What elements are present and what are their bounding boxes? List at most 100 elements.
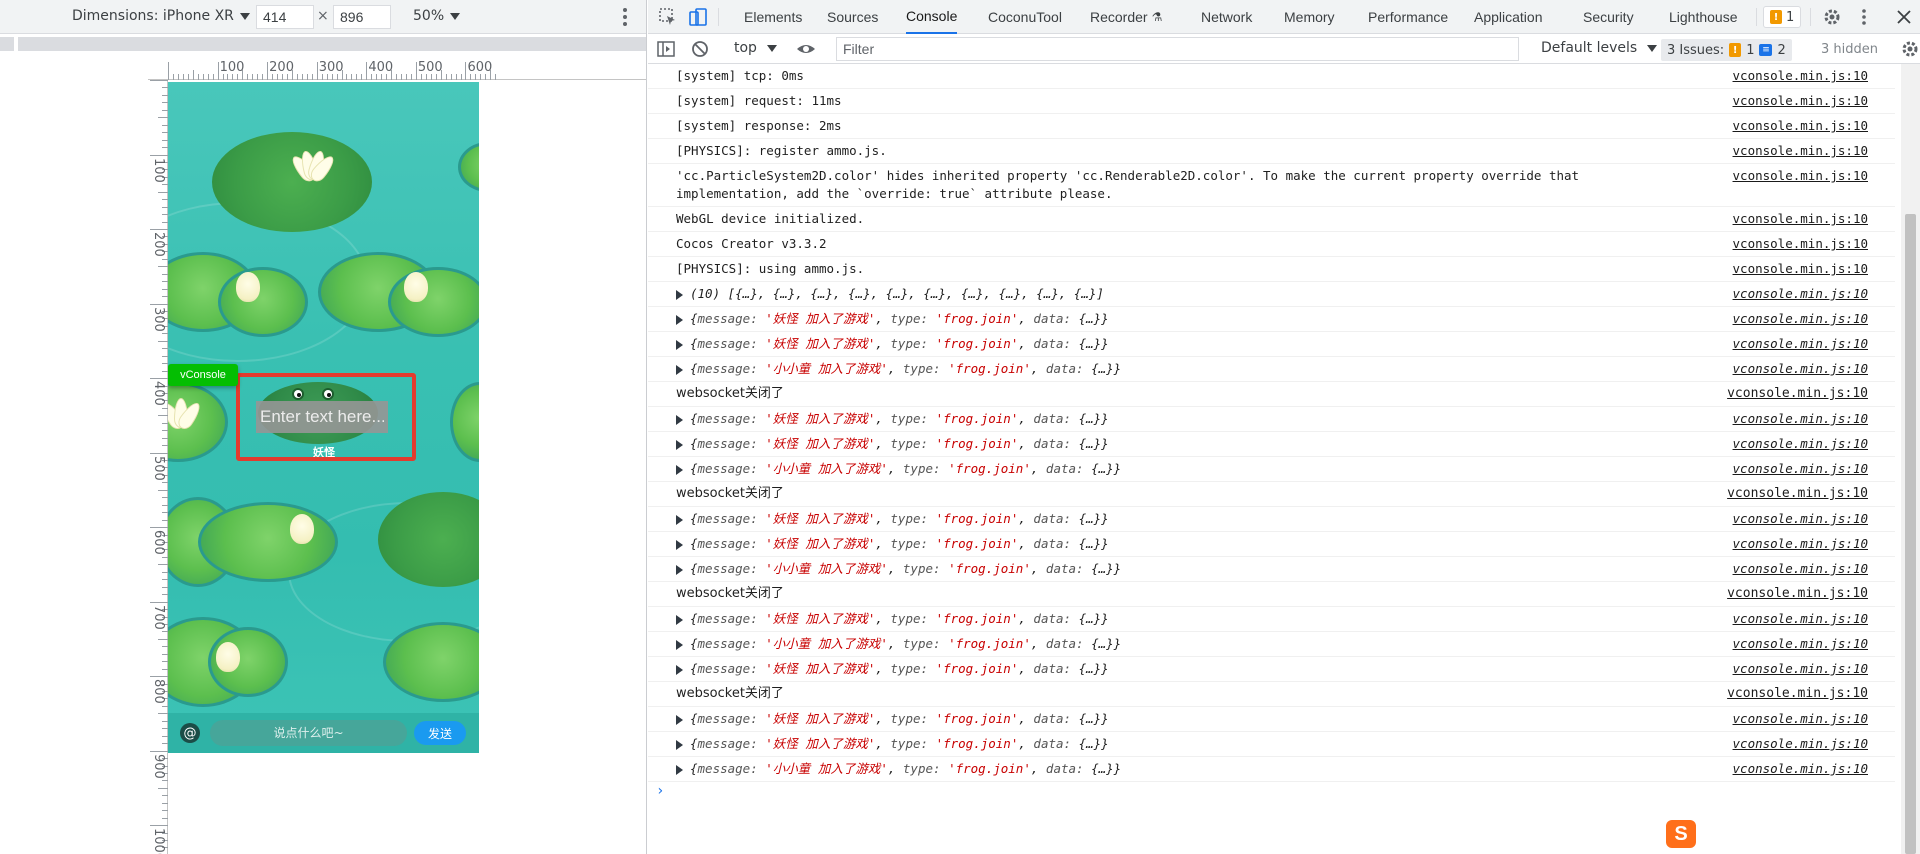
device-select[interactable]: Dimensions: iPhone XR <box>72 8 250 24</box>
zoom-select[interactable]: 50% <box>413 8 461 24</box>
source-link[interactable]: vconsole.min.js:10 <box>1733 735 1868 753</box>
console-object-row[interactable]: {message: '妖怪 加入了游戏', type: 'frog.join',… <box>648 407 1895 432</box>
source-link[interactable]: vconsole.min.js:10 <box>1733 435 1868 453</box>
expand-triangle-icon[interactable] <box>676 540 683 550</box>
console-object-row[interactable]: {message: '妖怪 加入了游戏', type: 'frog.join',… <box>648 607 1895 632</box>
console-settings-gear-icon[interactable] <box>1900 39 1920 59</box>
width-input[interactable] <box>256 5 314 29</box>
close-icon[interactable] <box>1894 7 1914 27</box>
source-link[interactable]: vconsole.min.js:10 <box>1733 410 1868 428</box>
log-levels-select[interactable]: Default levels <box>1541 40 1658 56</box>
mention-button[interactable]: @ <box>180 723 200 743</box>
console-filter-input[interactable] <box>836 37 1519 61</box>
source-link[interactable]: vconsole.min.js:10 <box>1733 535 1868 553</box>
inspect-element-icon[interactable] <box>658 7 678 27</box>
source-link[interactable]: vconsole.min.js:10 <box>1733 92 1868 110</box>
console-object-row[interactable]: {message: '妖怪 加入了游戏', type: 'frog.join',… <box>648 307 1895 332</box>
source-link[interactable]: vconsole.min.js:10 <box>1733 142 1868 160</box>
console-log-row[interactable]: Cocos Creator v3.3.2 vconsole.min.js:10 <box>648 232 1895 257</box>
source-link[interactable]: vconsole.min.js:10 <box>1733 210 1868 228</box>
console-object-row[interactable]: {message: '妖怪 加入了游戏', type: 'frog.join',… <box>648 657 1895 682</box>
expand-triangle-icon[interactable] <box>676 565 683 575</box>
console-log-row[interactable]: [PHYSICS]: register ammo.js. vconsole.min… <box>648 139 1895 164</box>
expand-triangle-icon[interactable] <box>676 640 683 650</box>
console-prompt-row[interactable]: › <box>648 782 1895 806</box>
tab-recorder[interactable]: Recorder ⚗ <box>1090 0 1162 34</box>
emulated-screen[interactable]: 妖怪 vConsole @ 发送 <box>168 82 479 753</box>
tab-elements[interactable]: Elements <box>744 0 802 34</box>
height-input[interactable] <box>333 5 391 29</box>
console-object-row[interactable]: {message: '小小童 加入了游戏', type: 'frog.join'… <box>648 557 1895 582</box>
expand-triangle-icon[interactable] <box>676 365 683 375</box>
console-log-row[interactable]: [system] tcp: 0ms vconsole.min.js:10 <box>648 64 1895 89</box>
source-link[interactable]: vconsole.min.js:10 <box>1733 310 1868 328</box>
console-object-row[interactable]: {message: '小小童 加入了游戏', type: 'frog.join'… <box>648 632 1895 657</box>
vconsole-button[interactable]: vConsole <box>168 364 238 386</box>
tab-lighthouse[interactable]: Lighthouse <box>1669 0 1738 34</box>
console-log-row[interactable]: [system] request: 11ms vconsole.min.js:10 <box>648 89 1895 114</box>
tab-console[interactable]: Console <box>906 0 958 34</box>
source-link[interactable]: vconsole.min.js:10 <box>1733 260 1868 278</box>
source-link[interactable]: vconsole.min.js:10 <box>1733 510 1868 528</box>
source-link[interactable]: vconsole.min.js:10 <box>1733 67 1868 85</box>
source-link[interactable]: vconsole.min.js:10 <box>1733 167 1868 185</box>
console-log-row[interactable]: [system] response: 2ms vconsole.min.js:10 <box>648 114 1895 139</box>
expand-triangle-icon[interactable] <box>676 290 683 300</box>
settings-gear-icon[interactable] <box>1822 7 1842 27</box>
console-object-row[interactable]: {message: '妖怪 加入了游戏', type: 'frog.join',… <box>648 532 1895 557</box>
console-object-row[interactable]: {message: '小小童 加入了游戏', type: 'frog.join'… <box>648 757 1895 782</box>
source-link[interactable]: vconsole.min.js:10 <box>1733 660 1868 678</box>
live-expression-eye-icon[interactable] <box>796 39 816 59</box>
device-toolbar-icon[interactable] <box>688 7 708 27</box>
console-log-row[interactable]: websocket关闭了 vconsole.min.js:10 <box>648 482 1895 507</box>
expand-triangle-icon[interactable] <box>676 440 683 450</box>
source-link[interactable]: vconsole.min.js:10 <box>1733 635 1868 653</box>
source-link[interactable]: vconsole.min.js:10 <box>1727 385 1868 403</box>
console-object-row[interactable]: {message: '妖怪 加入了游戏', type: 'frog.join',… <box>648 507 1895 532</box>
scrollbar-thumb[interactable] <box>1905 214 1916 854</box>
source-link[interactable]: vconsole.min.js:10 <box>1733 235 1868 253</box>
console-object-row[interactable]: {message: '小小童 加入了游戏', type: 'frog.join'… <box>648 357 1895 382</box>
console-array-row[interactable]: (10) [{…}, {…}, {…}, {…}, {…}, {…}, {…},… <box>648 282 1895 307</box>
context-select[interactable]: top <box>734 40 777 56</box>
source-link[interactable]: vconsole.min.js:10 <box>1727 485 1868 503</box>
chat-input[interactable] <box>210 720 407 746</box>
console-log-row[interactable]: 'cc.ParticleSystem2D.color' hides inheri… <box>648 164 1895 207</box>
tab-coconutool[interactable]: CoconuTool <box>988 0 1062 34</box>
expand-triangle-icon[interactable] <box>676 415 683 425</box>
source-link[interactable]: vconsole.min.js:10 <box>1733 760 1868 778</box>
source-link[interactable]: vconsole.min.js:10 <box>1733 460 1868 478</box>
more-options-icon[interactable] <box>1854 7 1874 27</box>
expand-triangle-icon[interactable] <box>676 340 683 350</box>
tab-memory[interactable]: Memory <box>1284 0 1335 34</box>
issues-counter-button[interactable]: 3 Issues: ! 1 ≡ 2 <box>1661 39 1792 61</box>
expand-triangle-icon[interactable] <box>676 615 683 625</box>
source-link[interactable]: vconsole.min.js:10 <box>1727 685 1868 703</box>
source-link[interactable]: vconsole.min.js:10 <box>1733 335 1868 353</box>
tab-network[interactable]: Network <box>1201 0 1252 34</box>
expand-triangle-icon[interactable] <box>676 315 683 325</box>
tab-security[interactable]: Security <box>1583 0 1634 34</box>
source-link[interactable]: vconsole.min.js:10 <box>1733 117 1868 135</box>
expand-triangle-icon[interactable] <box>676 665 683 675</box>
console-sidebar-icon[interactable] <box>656 39 676 59</box>
console-object-row[interactable]: {message: '小小童 加入了游戏', type: 'frog.join'… <box>648 457 1895 482</box>
console-scrollbar[interactable] <box>1901 64 1920 854</box>
expand-triangle-icon[interactable] <box>676 715 683 725</box>
source-link[interactable]: vconsole.min.js:10 <box>1733 560 1868 578</box>
console-log-row[interactable]: websocket关闭了 vconsole.min.js:10 <box>648 382 1895 407</box>
more-options-icon[interactable] <box>620 7 630 27</box>
expand-triangle-icon[interactable] <box>676 765 683 775</box>
expand-triangle-icon[interactable] <box>676 740 683 750</box>
tab-application[interactable]: Application <box>1474 0 1543 34</box>
source-link[interactable]: vconsole.min.js:10 <box>1733 610 1868 628</box>
console-object-row[interactable]: {message: '妖怪 加入了游戏', type: 'frog.join',… <box>648 332 1895 357</box>
source-link[interactable]: vconsole.min.js:10 <box>1727 585 1868 603</box>
sogou-ime-icon[interactable]: S <box>1666 820 1696 848</box>
console-object-row[interactable]: {message: '妖怪 加入了游戏', type: 'frog.join',… <box>648 707 1895 732</box>
console-object-row[interactable]: {message: '妖怪 加入了游戏', type: 'frog.join',… <box>648 432 1895 457</box>
media-query-bar[interactable] <box>0 34 646 54</box>
clear-console-icon[interactable] <box>690 39 710 59</box>
console-log-row[interactable]: [PHYSICS]: using ammo.js. vconsole.min.js… <box>648 257 1895 282</box>
console-object-row[interactable]: {message: '妖怪 加入了游戏', type: 'frog.join',… <box>648 732 1895 757</box>
